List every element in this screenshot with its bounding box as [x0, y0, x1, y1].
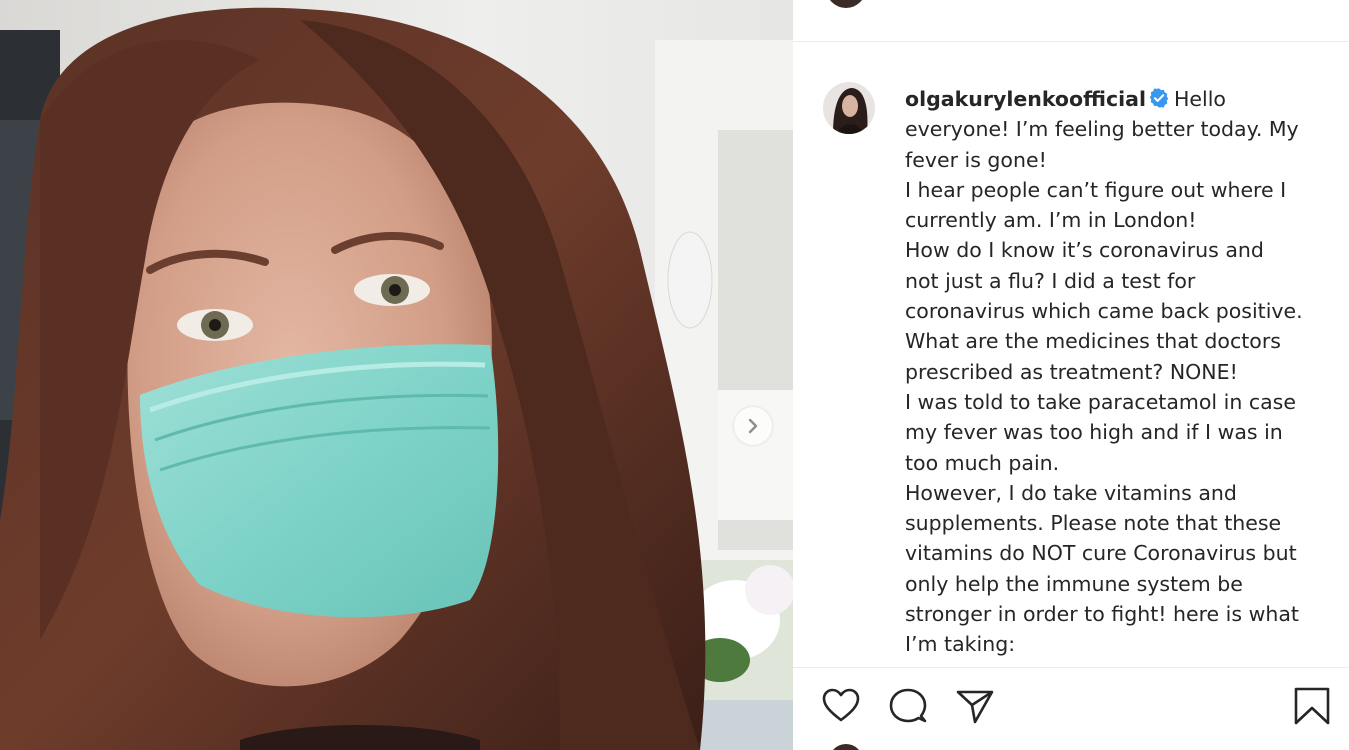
post-caption: olgakurylenkoofficial Hello everyone! I’m… — [905, 84, 1325, 660]
caption-line: However, I do take vitamins and — [905, 480, 1237, 505]
heart-icon — [822, 688, 860, 722]
comment-button[interactable] — [888, 684, 928, 728]
share-button[interactable] — [955, 684, 995, 728]
caption-line: prescribed as treatment? NONE! — [905, 359, 1238, 384]
caption-line: my fever was too high and if I was in — [905, 420, 1283, 445]
post-side-panel: olgakurylenkoofficial Hello everyone! I’m… — [793, 0, 1349, 750]
caption-text: Hello — [1174, 87, 1226, 111]
actions-divider — [793, 667, 1349, 668]
caption-line: What are the medicines that doctors — [905, 329, 1281, 354]
caption-line: too much pain. — [905, 450, 1060, 475]
caption-line: currently am. I’m in London! — [905, 208, 1197, 233]
bookmark-icon — [1294, 687, 1330, 725]
author-avatar[interactable] — [823, 82, 875, 134]
chevron-right-icon — [748, 418, 758, 434]
share-icon — [956, 690, 994, 724]
save-button[interactable] — [1292, 684, 1332, 728]
caption-line: fever is gone! — [905, 147, 1047, 172]
caption-line: coronavirus which came back positive. — [905, 299, 1303, 324]
caption-line: only help the immune system be — [905, 571, 1243, 596]
caption-line: stronger in order to fight! here is what — [905, 602, 1299, 627]
username-link[interactable]: olgakurylenkoofficial — [905, 87, 1146, 111]
like-button[interactable] — [821, 684, 861, 728]
caption-line: How do I know it’s coronavirus and — [905, 238, 1264, 263]
post-actions-bar — [793, 684, 1349, 736]
selfie-image — [0, 0, 793, 750]
caption-line: I hear people can’t figure out where I — [905, 177, 1287, 202]
caption-line: I’m taking: — [905, 632, 1016, 657]
comment-icon — [889, 688, 927, 723]
caption-line: not just a flu? I did a test for — [905, 268, 1196, 293]
verified-badge-icon — [1148, 87, 1170, 117]
caption-line: olgakurylenkoofficial Hello — [905, 84, 1325, 114]
next-comment-avatar[interactable] — [829, 744, 863, 750]
next-photo-button[interactable] — [734, 407, 772, 445]
post-photo[interactable] — [0, 0, 793, 750]
caption-line: supplements. Please note that these — [905, 511, 1282, 536]
header-avatar[interactable] — [826, 0, 866, 8]
caption-line: everyone! I’m feeling better today. My — [905, 117, 1299, 142]
caption-line: vitamins do NOT cure Coronavirus but — [905, 541, 1297, 566]
header-divider — [793, 41, 1349, 42]
caption-line: I was told to take paracetamol in case — [905, 389, 1296, 414]
